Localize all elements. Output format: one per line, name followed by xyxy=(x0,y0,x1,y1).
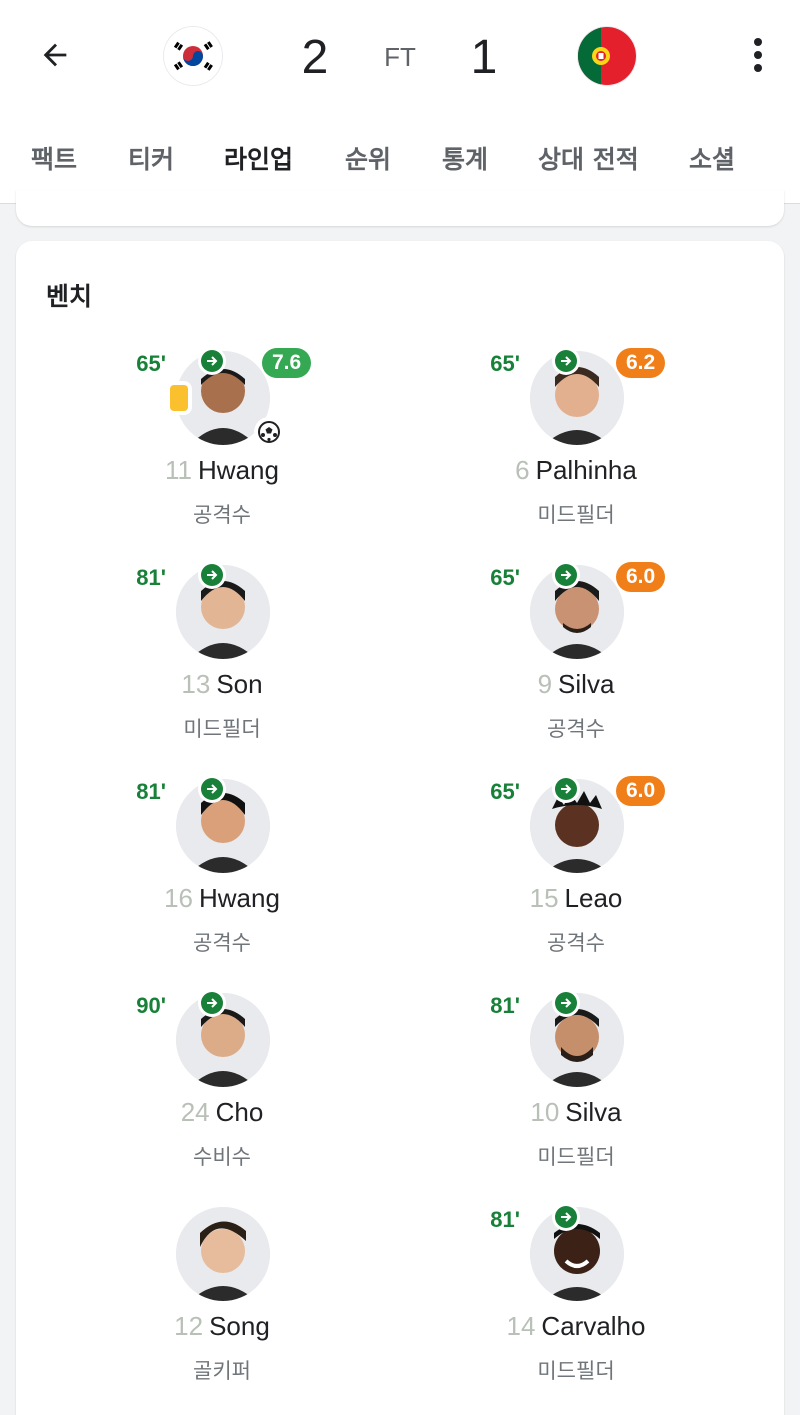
bench-player-away-2[interactable]: 65' 6.0 9 Silva 공격수 xyxy=(396,561,756,745)
player-position: 수비수 xyxy=(193,1145,251,1169)
substitution-in-icon xyxy=(198,347,226,375)
substitution-in-icon xyxy=(198,561,226,589)
player-name-line: 14 Carvalho xyxy=(396,1311,756,1342)
player-rating: 6.2 xyxy=(616,348,666,378)
tab-ticker[interactable]: 티커 xyxy=(128,140,174,176)
home-score: 2 xyxy=(301,31,329,84)
player-position: 공격수 xyxy=(547,717,605,741)
more-options-button[interactable] xyxy=(738,30,778,80)
substitution-in-icon xyxy=(552,989,580,1017)
sub-minute: 81' xyxy=(136,565,166,590)
player-name-line: 24 Cho xyxy=(42,1097,402,1128)
yellow-card-icon xyxy=(170,385,188,411)
player-name-line: 12 Song xyxy=(42,1311,402,1342)
player-number: 13 xyxy=(181,669,211,699)
sub-minute: 65' xyxy=(136,351,166,376)
sub-minute: 81' xyxy=(490,1207,520,1232)
bench-player-away-3[interactable]: 65' 6.0 15 Leao 공격수 xyxy=(396,775,756,959)
back-button[interactable] xyxy=(30,30,80,80)
player-name-line: 11 Hwang xyxy=(42,455,402,486)
player-name: Cho xyxy=(215,1097,264,1127)
player-position: 공격수 xyxy=(547,931,605,955)
substitution-in-icon xyxy=(552,561,580,589)
sub-minute: 65' xyxy=(490,565,520,590)
player-name-line: 13 Son xyxy=(42,669,402,700)
south-korea-flag-icon xyxy=(164,27,222,85)
more-vert-icon xyxy=(754,38,762,72)
player-position: 공격수 xyxy=(193,503,251,527)
player-name-line: 10 Silva xyxy=(396,1097,756,1128)
player-number: 9 xyxy=(537,669,553,699)
player-number: 10 xyxy=(530,1097,560,1127)
player-name: Hwang xyxy=(198,455,279,485)
player-position: 골키퍼 xyxy=(193,1359,251,1383)
player-number: 16 xyxy=(164,883,193,913)
sub-minute: 65' xyxy=(490,351,520,376)
tab-lineup[interactable]: 라인업 xyxy=(224,140,293,176)
player-number: 12 xyxy=(174,1311,204,1341)
match-status: FT xyxy=(384,42,416,72)
player-rating: 7.6 xyxy=(262,348,312,378)
sub-minute: 81' xyxy=(490,993,520,1018)
bench-player-home-5[interactable]: 12 Song 골키퍼 xyxy=(42,1207,402,1387)
substitution-in-icon xyxy=(552,1203,580,1231)
arrow-back-icon xyxy=(43,43,67,67)
bench-card: 벤치 65' 7.6 11Hwang 공격수 81' 13Son 미드필더 xyxy=(16,241,784,1415)
bench-player-away-1[interactable]: 65' 6.2 6 Palhinha 미드필더 xyxy=(396,347,756,531)
player-position: 미드필더 xyxy=(537,1359,615,1383)
player-position: 공격수 xyxy=(193,931,251,955)
sub-minute: 65' xyxy=(490,779,520,804)
player-name: Silva xyxy=(558,669,615,699)
player-number: 14 xyxy=(506,1311,536,1341)
match-header: 2 FT 1 팩트 티커 라인업 순위 통계 상대 전적 소셜 xyxy=(0,0,800,204)
substitution-in-icon xyxy=(198,775,226,803)
player-name: Palhinha xyxy=(535,455,637,485)
goal-ball-icon xyxy=(254,417,284,447)
player-number: 11 xyxy=(165,455,193,485)
tab-head-to-head[interactable]: 상대 전적 xyxy=(538,140,639,176)
bench-player-home-3[interactable]: 81' 16 Hwang 공격수 xyxy=(42,775,402,959)
bench-player-home-1[interactable]: 65' 7.6 11 Hwang 공격수 xyxy=(42,347,402,531)
player-name: Carvalho xyxy=(541,1311,646,1341)
away-team-flag[interactable] xyxy=(578,27,636,85)
player-rating: 6.0 xyxy=(616,562,666,592)
player-name-line: 16 Hwang xyxy=(42,883,402,914)
player-name: Son xyxy=(216,669,263,699)
player-position: 미드필더 xyxy=(537,1145,615,1169)
player-number: 6 xyxy=(515,455,530,485)
player-rating: 6.0 xyxy=(616,776,666,806)
bench-player-away-4[interactable]: 81' 10 Silva 미드필더 xyxy=(396,989,756,1173)
substitution-in-icon xyxy=(198,989,226,1017)
sub-minute: 81' xyxy=(136,779,166,804)
player-number: 15 xyxy=(529,883,559,913)
player-position: 미드필더 xyxy=(537,503,615,527)
tab-stats[interactable]: 통계 xyxy=(442,140,488,176)
player-avatar-icon xyxy=(176,1207,270,1301)
player-number: 24 xyxy=(180,1097,210,1127)
bench-title: 벤치 xyxy=(46,282,93,311)
player-photo xyxy=(176,1207,270,1301)
player-name: Leao xyxy=(564,883,623,913)
player-name: Silva xyxy=(565,1097,622,1127)
player-name: Song xyxy=(209,1311,270,1341)
bench-player-home-4[interactable]: 90' 24 Cho 수비수 xyxy=(42,989,402,1173)
tab-facts[interactable]: 팩트 xyxy=(31,140,77,176)
tab-social[interactable]: 소셜 xyxy=(689,140,735,176)
player-name: Hwang xyxy=(198,883,280,913)
portugal-flag-icon xyxy=(578,27,636,85)
home-team-flag[interactable] xyxy=(164,27,222,85)
player-name-line: 9 Silva xyxy=(396,669,756,700)
player-name-line: 6 Palhinha xyxy=(396,455,756,486)
away-score: 1 xyxy=(470,31,498,84)
sub-minute: 90' xyxy=(136,993,166,1018)
substitution-in-icon xyxy=(552,775,580,803)
previous-card-bottom xyxy=(16,190,784,226)
player-name-line: 15 Leao xyxy=(396,883,756,914)
player-position: 미드필더 xyxy=(183,717,261,741)
substitution-in-icon xyxy=(552,347,580,375)
bench-player-away-5[interactable]: 81' 14 Carvalho 미드필더 xyxy=(396,1203,756,1387)
bench-player-home-2[interactable]: 81' 13 Son 미드필더 xyxy=(42,561,402,745)
tab-standings[interactable]: 순위 xyxy=(345,140,391,176)
